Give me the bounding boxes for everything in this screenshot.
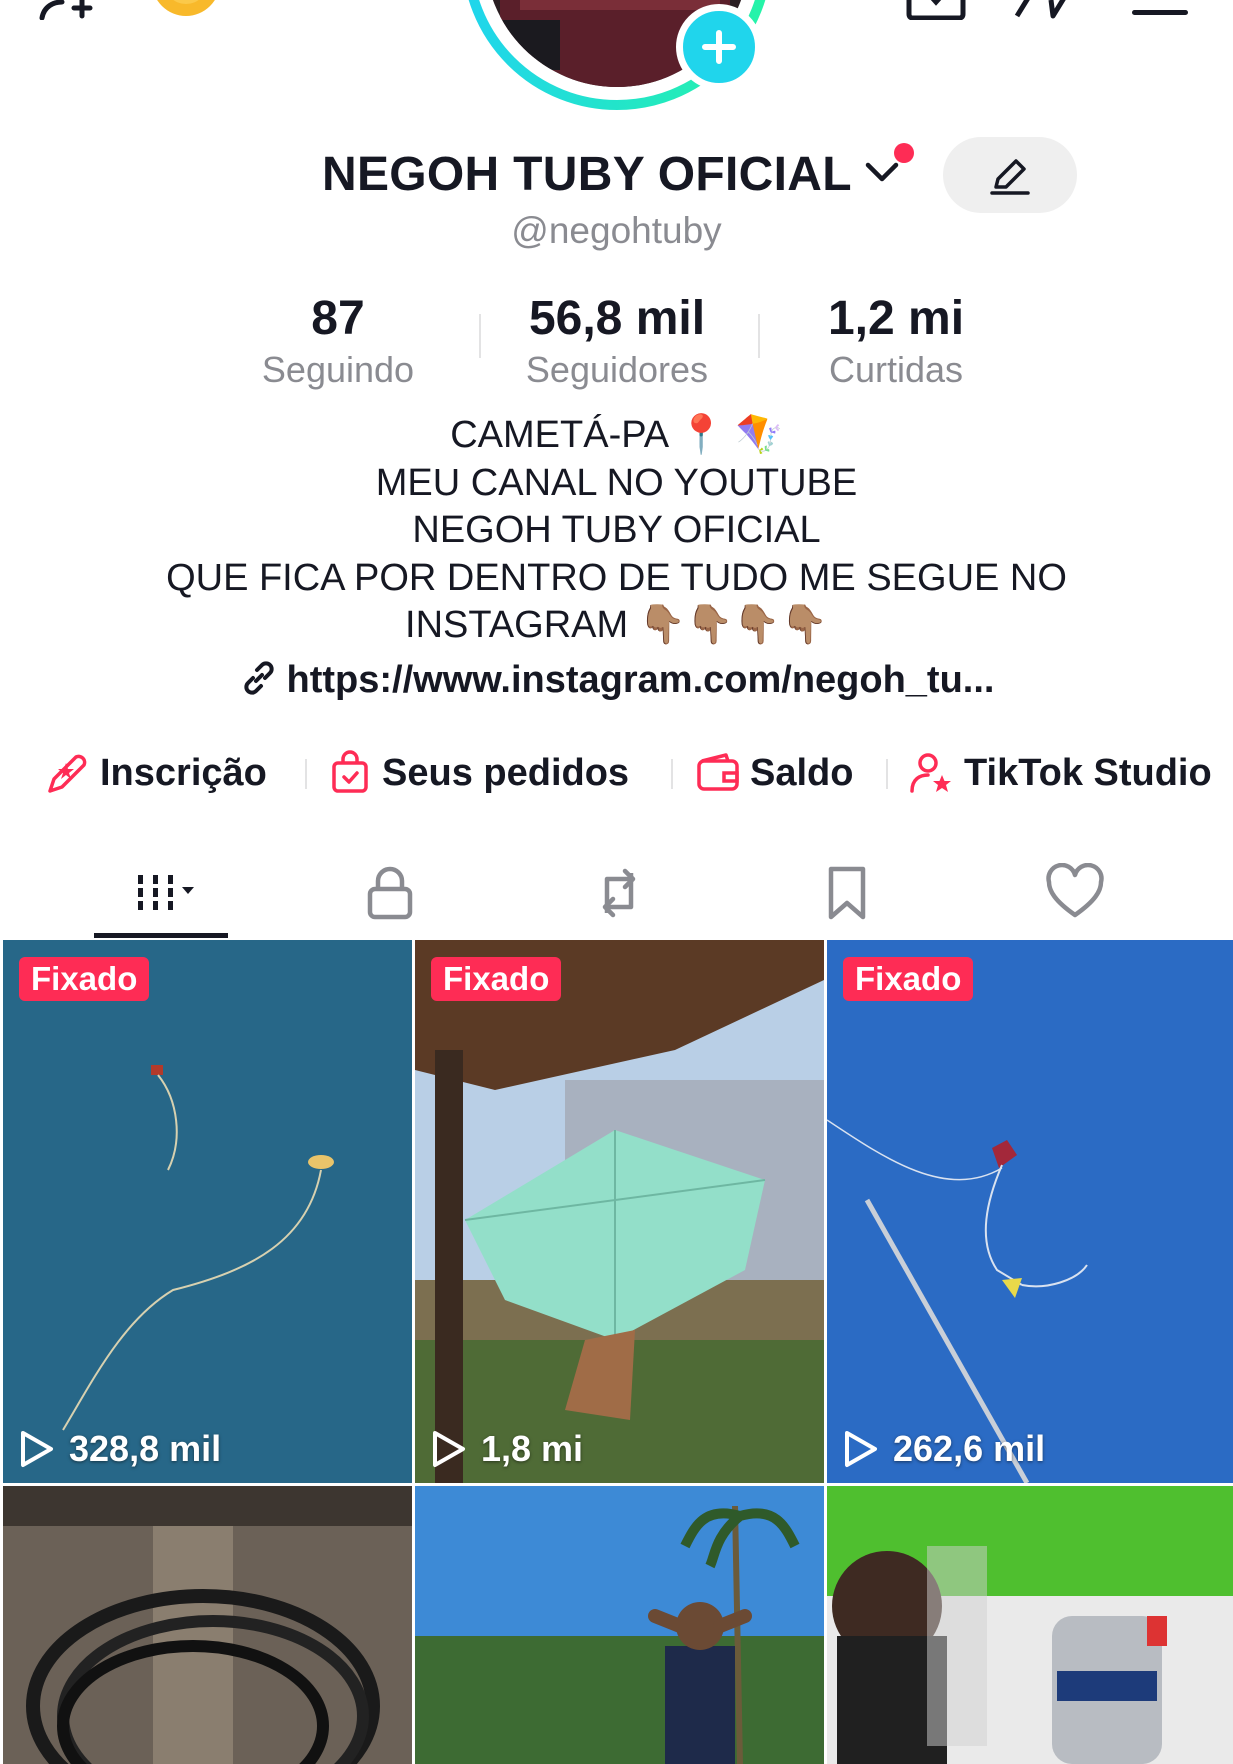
view-count-text: 262,6 mil <box>893 1428 1046 1469</box>
followers-label: Seguidores <box>525 349 709 390</box>
stat-followers[interactable]: 56,8 mil Seguidores <box>487 290 747 392</box>
bio-line: CAMETÁ-PA 📍 🪁 <box>450 414 783 456</box>
repost-icon <box>602 868 636 918</box>
following-count: 87 <box>311 292 365 345</box>
active-tab-indicator <box>94 933 228 938</box>
video-thumbnail[interactable] <box>415 1486 824 1764</box>
grid-icon <box>138 875 194 910</box>
pinned-badge: Fixado <box>19 957 150 1001</box>
stat-divider <box>758 314 760 358</box>
video-grid: Fixado 328,8 mil Fixado 1,8 mi Fixado 26… <box>0 940 1233 1764</box>
shortcut-divider <box>886 759 888 789</box>
heart-icon <box>1046 863 1104 918</box>
wallet-icon <box>697 753 739 791</box>
green-kite-image <box>415 940 824 1483</box>
view-count: 328,8 mil <box>19 1425 221 1473</box>
field-person-image <box>415 1486 824 1764</box>
pencil-icon <box>990 159 1030 195</box>
profile-username: @negohtuby <box>511 210 722 251</box>
coin-icon[interactable] <box>150 0 222 20</box>
view-count-text: 328,8 mil <box>69 1428 222 1469</box>
pinned-badge: Fixado <box>843 957 974 1001</box>
followers-count: 56,8 mil <box>528 292 706 345</box>
shortcut-divider <box>671 759 673 789</box>
inbox-icon[interactable] <box>905 0 967 21</box>
view-count: 262,6 mil <box>843 1425 1045 1473</box>
stat-likes[interactable]: 1,2 mi Curtidas <box>766 290 1026 392</box>
bio-link-text[interactable]: https://www.instagram.com/negoh_tu... <box>287 659 995 701</box>
bio-link[interactable]: https://www.instagram.com/negoh_tu... <box>0 658 1233 702</box>
view-count-text: 1,8 mi <box>481 1428 584 1469</box>
edit-profile-button[interactable] <box>943 137 1077 213</box>
bio-line: MEU CANAL NO YOUTUBE <box>375 461 858 504</box>
play-icon <box>433 1431 465 1467</box>
shortcut-label: Saldo <box>750 751 854 794</box>
link-icon <box>243 661 274 695</box>
creator-studio-icon <box>910 753 951 793</box>
likes-label: Curtidas <box>828 349 964 390</box>
shopping-bag-icon <box>332 750 368 793</box>
add-avatar-button[interactable] <box>676 4 762 90</box>
star-ticket-icon <box>48 754 87 793</box>
bio-line: INSTAGRAM 👇🏽👇🏽👇🏽👇🏽 <box>405 604 828 646</box>
following-label: Seguindo <box>261 349 415 390</box>
shortcut-label: TikTok Studio <box>964 751 1212 794</box>
tab-favorites[interactable] <box>777 848 917 938</box>
view-count: 1,8 mi <box>431 1425 583 1473</box>
shortcut-divider <box>305 759 307 789</box>
shortcut-balance[interactable]: Saldo <box>694 745 853 801</box>
video-thumbnail[interactable] <box>827 1486 1233 1764</box>
lock-icon <box>367 866 413 920</box>
video-thumbnail[interactable]: Fixado 328,8 mil <box>3 940 412 1483</box>
tab-private[interactable] <box>320 848 460 938</box>
tab-videos[interactable] <box>93 848 233 938</box>
add-friend-icon[interactable] <box>38 0 108 21</box>
tab-reposts[interactable] <box>549 848 689 938</box>
profile-display-name[interactable]: NEGOH TUBY OFICIAL <box>322 147 852 202</box>
shortcut-label: Inscrição <box>100 751 267 794</box>
wire-coil-image <box>3 1486 412 1764</box>
video-thumbnail[interactable]: Fixado 1,8 mi <box>415 940 824 1483</box>
pinned-badge: Fixado <box>431 957 562 1001</box>
water-filter-image <box>827 1486 1233 1764</box>
notification-dot <box>894 143 914 163</box>
tab-liked[interactable] <box>1005 848 1145 938</box>
video-thumbnail[interactable] <box>3 1486 412 1764</box>
play-icon <box>845 1431 877 1467</box>
shortcut-orders[interactable]: Seus pedidos <box>326 745 629 801</box>
kite-sky-image <box>3 940 412 1483</box>
profile-bio: CAMETÁ-PA 📍 🪁 MEU CANAL NO YOUTUBE NEGOH… <box>0 412 1233 650</box>
share-icon[interactable] <box>1013 0 1079 20</box>
likes-count: 1,2 mi <box>827 292 965 345</box>
bio-line: QUE FICA POR DENTRO DE TUDO ME SEGUE NO <box>166 556 1067 599</box>
red-kite-image <box>827 940 1233 1483</box>
menu-icon[interactable] <box>1130 0 1190 20</box>
stat-following[interactable]: 87 Seguindo <box>208 290 468 392</box>
shortcut-subscription[interactable]: Inscrição <box>44 745 267 801</box>
profile-avatar[interactable] <box>460 0 775 130</box>
bio-line: NEGOH TUBY OFICIAL <box>412 509 821 551</box>
plus-icon <box>702 30 736 64</box>
shortcut-tiktok-studio[interactable]: TikTok Studio <box>908 745 1212 801</box>
video-thumbnail[interactable]: Fixado 262,6 mil <box>827 940 1233 1483</box>
shortcut-label: Seus pedidos <box>382 751 630 794</box>
play-icon <box>21 1431 53 1467</box>
chevron-down-icon[interactable] <box>864 157 900 187</box>
stat-divider <box>479 314 481 358</box>
bookmark-icon <box>828 866 866 920</box>
